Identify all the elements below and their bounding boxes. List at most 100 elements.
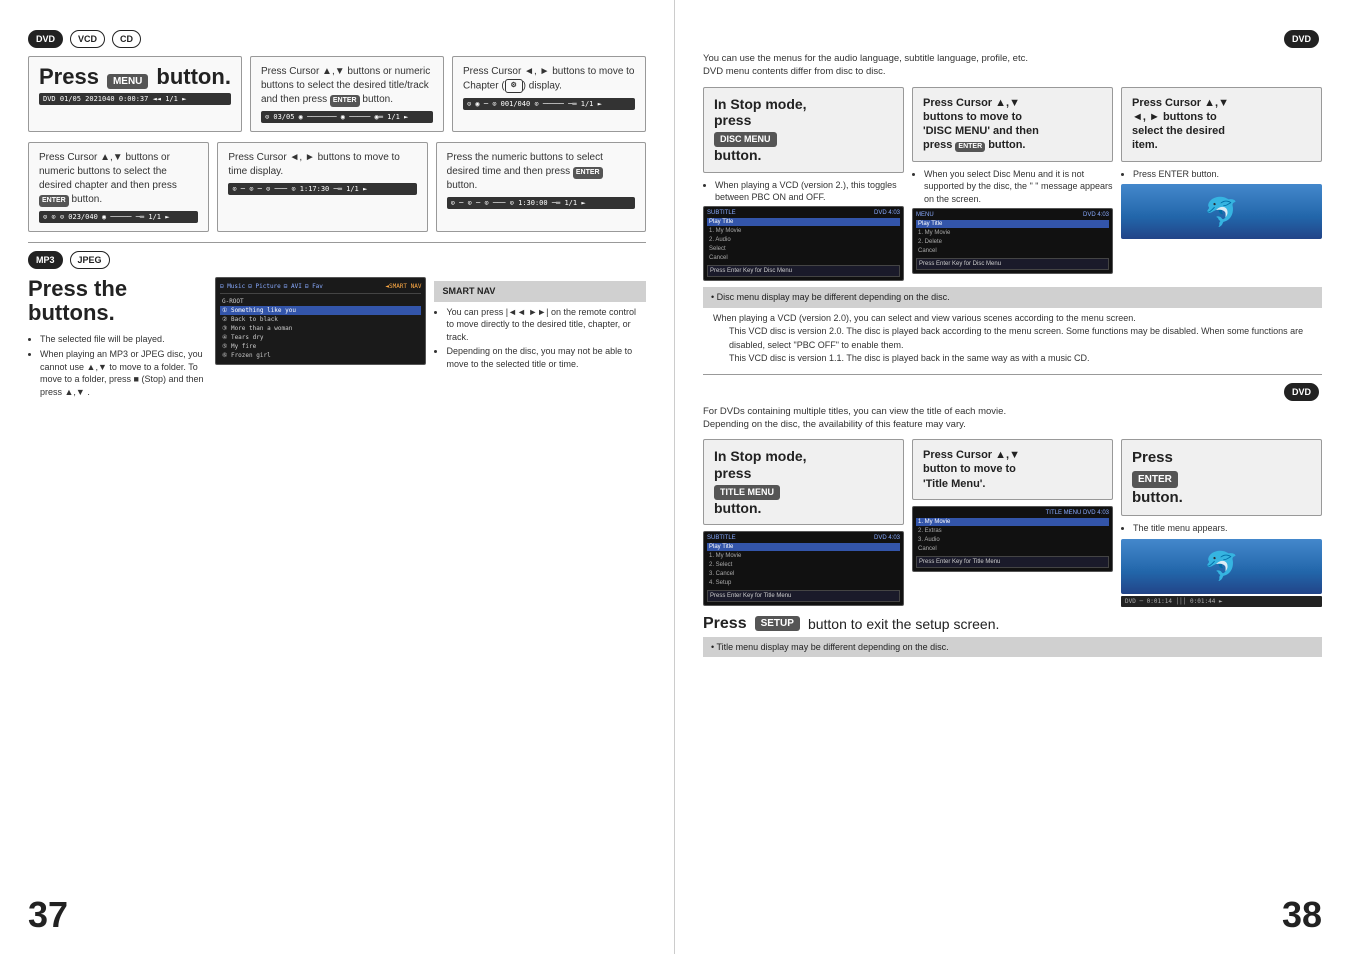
title-press-title: PressENTERbutton.	[1132, 448, 1311, 507]
stop-mode-box: In Stop mode,pressDISC MENUbutton.	[703, 87, 904, 173]
file-list-mock: ⊟ Music ⊟ Picture ⊟ AVI ⊟ Fav ◄SMART NAV…	[215, 277, 427, 365]
section4-text: Press Cursor ▲,▼ buttons or numeric butt…	[39, 151, 198, 207]
title-col3: PressENTERbutton. The title menu appears…	[1121, 439, 1322, 607]
divider	[28, 242, 646, 243]
s-item-select: Select	[707, 245, 900, 253]
folder-root: G-ROOT	[220, 297, 422, 306]
title-stop-mode-box: In Stop mode,pressTITLE MENUbutton.	[703, 439, 904, 525]
ts2-title-bar: TITLE MENU DVD 4:03	[916, 510, 1109, 516]
status-bar-4: ⊙ ⊙ ⊙ 023/040 ◉ ───── ─═ 1/1 ►	[39, 211, 198, 223]
disc-screen-1: SUBTITLE DVD 4:03 Play Title 1. My Movie…	[703, 206, 904, 281]
dvd-badge-bottom-row: DVD	[703, 383, 1322, 401]
disc-screen-1-top: SUBTITLE DVD 4:03	[707, 210, 900, 216]
title-menu-nav-box: Press Cursor ▲,▼button to move to'Title …	[912, 439, 1113, 500]
bottom-intro: For DVDs containing multiple titles, you…	[703, 405, 1322, 432]
section3-text: Press Cursor ◄, ► buttons to move to Cha…	[463, 65, 635, 94]
disc-menu-bullet-1: When you select Disc Menu and it is not …	[924, 168, 1113, 206]
s2-item-delete: 2. Delete	[916, 238, 1109, 246]
title-menu-nav-title: Press Cursor ▲,▼button to move to'Title …	[923, 448, 1102, 491]
s2-item-cancel: Cancel	[916, 247, 1109, 255]
chapter-icon: ⚙	[505, 79, 523, 93]
s2-label: MENU	[916, 212, 934, 218]
bottom-note: • Title menu display may be different de…	[703, 637, 1322, 658]
press-exit-label: Press	[703, 615, 747, 633]
col-disc-menu-nav: Press Cursor ▲,▼buttons to move to'DISC …	[912, 87, 1113, 281]
file-toolbar: ⊟ Music ⊟ Picture ⊟ AVI ⊟ Fav ◄SMART NAV	[220, 282, 422, 294]
vcd-note-line1: When playing a VCD (version 2.0), you ca…	[713, 312, 1322, 326]
press-exit-text: button to exit the setup screen.	[808, 616, 999, 632]
select-item-box: Press Cursor ▲,▼◄, ► buttons toselect th…	[1121, 87, 1322, 162]
s2-item-1: 1. My Movie	[916, 229, 1109, 237]
press-exit-btn: SETUP	[755, 616, 800, 631]
smart-nav-badge: SMART NAV	[442, 286, 495, 296]
dolphin-image-1	[1121, 184, 1322, 239]
row2: Press Cursor ▲,▼ buttons or numeric butt…	[28, 142, 646, 232]
s2-item-play: Play Title	[916, 220, 1109, 228]
s-top-dvd: DVD 4:03	[874, 210, 900, 216]
page-number-37: 37	[28, 894, 68, 936]
tb-avi: ⊟ AVI	[284, 282, 302, 291]
title-screen-1: SUBTITLE DVD 4:03 Play Title 1. My Movie…	[703, 531, 904, 606]
section-numeric-time: Press the numeric buttons to select desi…	[436, 142, 646, 232]
press-buttons-section: Press the buttons. The selected file wil…	[28, 277, 207, 400]
left-page: DVD VCD CD Press MENU button. DVD 01/05 …	[0, 0, 675, 954]
ts2-item-cancel: Cancel	[916, 545, 1109, 553]
badge-dvd-right-top: DVD	[1284, 30, 1319, 48]
col-stop-mode: In Stop mode,pressDISC MENUbutton. When …	[703, 87, 904, 281]
press-buttons-title: Press the buttons.	[28, 277, 207, 325]
mp3-jpeg-badges: MP3 JPEG	[28, 251, 646, 269]
stop-bullet-1: When playing a VCD (version 2.), this to…	[715, 179, 904, 204]
section-chapter-display: Press Cursor ◄, ► buttons to move to Cha…	[452, 56, 646, 132]
smart-nav-bullet-1: You can press |◄◄ ►►| on the remote cont…	[446, 306, 646, 344]
badge-jpeg: JPEG	[70, 251, 110, 269]
ts2-item-2: 2. Extras	[916, 527, 1109, 535]
disc-menu-btn: ENTER	[955, 142, 985, 151]
top-note-line2: DVD menu contents differ from disc to di…	[703, 66, 886, 77]
smart-nav-section: SMART NAV You can press |◄◄ ►►| on the r…	[434, 277, 646, 400]
tb-music: ⊟ Music	[220, 282, 245, 291]
section-press-button: Press MENU button. DVD 01/05 2021040 0:0…	[28, 56, 242, 132]
title-screen-2: TITLE MENU DVD 4:03 1. My Movie 2. Extra…	[912, 506, 1113, 572]
status-bar-5: ⊙ ─ ⊙ ─ ⊙ ─── ⊙ 1:17:30 ─═ 1/1 ►	[228, 183, 416, 195]
col-select-item: Press Cursor ▲,▼◄, ► buttons toselect th…	[1121, 87, 1322, 281]
top-note-line1: You can use the menus for the audio lang…	[703, 53, 1028, 64]
section5-text: Press Cursor ◄, ► buttons to move to tim…	[228, 151, 416, 179]
s-item-2: 2. Audio	[707, 236, 900, 244]
right-page: DVD You can use the menus for the audio …	[675, 0, 1350, 954]
mp3-jpeg-row: Press the buttons. The selected file wil…	[28, 277, 646, 400]
section-chapter-press: Press Cursor ▲,▼ buttons or numeric butt…	[28, 142, 209, 232]
title-col2: Press Cursor ▲,▼button to move to'Title …	[912, 439, 1113, 607]
status-bar-6: ⊙ ─ ⊙ ─ ⊙ ─── ⊙ 1:30:00 ─═ 1/1 ►	[447, 197, 635, 209]
title-press-btn: ENTER	[1132, 471, 1178, 488]
file-list-section: ⊟ Music ⊟ Picture ⊟ AVI ⊟ Fav ◄SMART NAV…	[215, 277, 427, 400]
disc-menu-note-text: • Disc menu display may be different dep…	[711, 292, 950, 302]
file-item-5: ⑤ My fire	[220, 342, 422, 351]
ts1-item-play: Play Title	[707, 543, 900, 551]
ts1-item-4: 4. Setup	[707, 579, 900, 587]
file-item-3: ③ More than a woman	[220, 324, 422, 333]
badge-dvd-right-bottom: DVD	[1284, 383, 1319, 401]
button-symbol-1: MENU	[107, 74, 148, 89]
disc-menu-note: • Disc menu display may be different dep…	[703, 287, 1322, 308]
stop-mode-title: In Stop mode,pressDISC MENUbutton.	[714, 96, 893, 164]
bullet-1: The selected file will be played.	[40, 333, 207, 346]
dolphin-image-2	[1121, 539, 1322, 594]
disc-menu-section: In Stop mode,pressDISC MENUbutton. When …	[703, 87, 1322, 281]
bottom-intro-2: Depending on the disc, the availability …	[703, 419, 966, 430]
section-cursor-select: Press Cursor ▲,▼ buttons or numeric butt…	[250, 56, 444, 132]
section-time-display: Press Cursor ◄, ► buttons to move to tim…	[217, 142, 427, 232]
title-stop-btn: TITLE MENU	[714, 485, 780, 500]
smart-nav-bullets: You can press |◄◄ ►►| on the remote cont…	[434, 306, 646, 371]
ts2-msg: Press Enter Key for Title Menu	[916, 556, 1109, 568]
mp3-bullets: The selected file will be played. When p…	[28, 333, 207, 398]
btn-enter-2: ENTER	[330, 95, 360, 107]
file-item-1: ① Something like you	[220, 306, 422, 315]
ts2-item-1: 1. My Movie	[916, 518, 1109, 526]
file-item-2: ② Back to black	[220, 315, 422, 324]
disc-screen-2: MENU DVD 4:03 Play Title 1. My Movie 2. …	[912, 208, 1113, 274]
badge-vcd: VCD	[70, 30, 105, 48]
disc-screen-2-top: MENU DVD 4:03	[916, 212, 1109, 218]
button-label-1: button.	[156, 65, 231, 89]
section6-text: Press the numeric buttons to select desi…	[447, 151, 635, 193]
ts1-item-2: 2. Select	[707, 561, 900, 569]
